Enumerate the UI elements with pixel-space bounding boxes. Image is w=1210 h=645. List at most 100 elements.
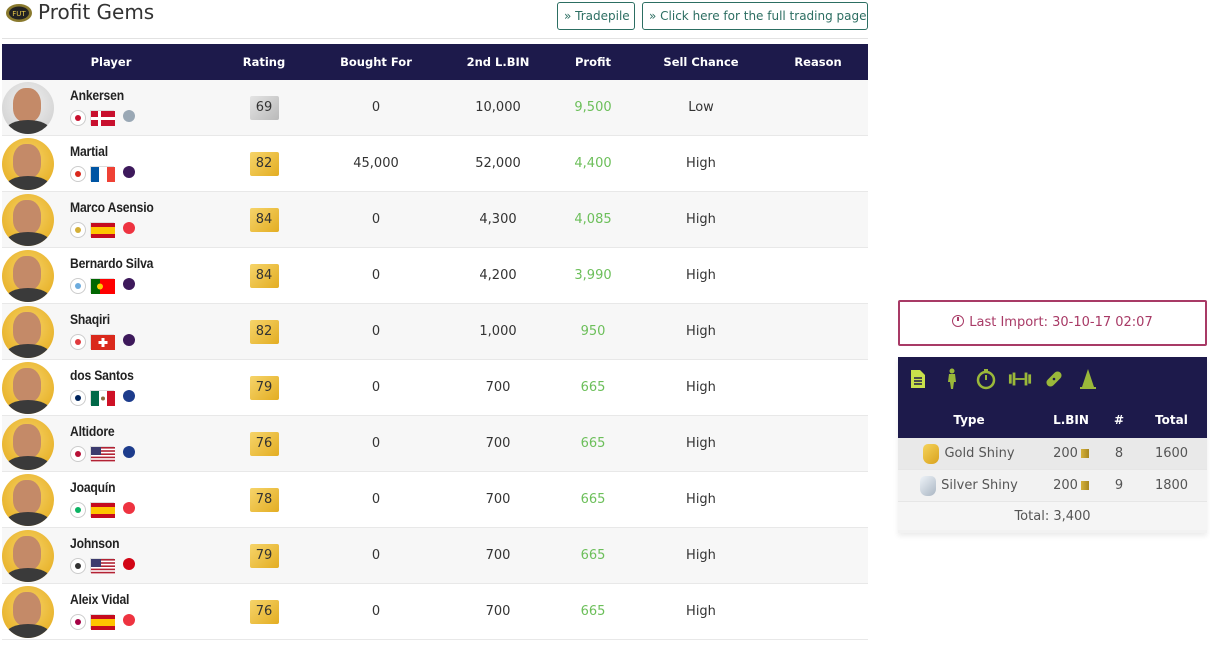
player-avatar[interactable] [2, 417, 54, 470]
card-type-icon [920, 475, 937, 496]
svg-text:FUT: FUT [12, 10, 26, 18]
league-logo-icon [118, 333, 140, 351]
column-header-bought-for[interactable]: Bought For [308, 55, 444, 69]
player-avatar[interactable] [2, 585, 54, 638]
rating-cell: 79 [220, 375, 308, 400]
bandage-icon[interactable] [1042, 366, 1066, 392]
player-avatar[interactable] [2, 249, 54, 302]
table-row[interactable]: Marco Asensio 84 0 4,300 4,085 High [2, 192, 868, 248]
player-badges [70, 613, 140, 631]
document-icon[interactable] [906, 366, 930, 392]
club-badge-icon [70, 613, 86, 630]
column-header-sell-chance[interactable]: Sell Chance [634, 55, 768, 69]
player-name[interactable]: Martial [70, 144, 108, 159]
player-cell: Johnson [2, 528, 220, 584]
player-name[interactable]: Altidore [70, 424, 115, 439]
second-lbin-cell: 700 [485, 380, 511, 395]
player-badges [70, 445, 140, 463]
full-trading-page-button[interactable]: » Click here for the full trading page [642, 2, 868, 30]
bought-for-cell: 45,000 [353, 156, 399, 171]
player-avatar[interactable] [2, 529, 54, 582]
player-badges [70, 333, 140, 351]
rating-badge: 84 [249, 263, 279, 288]
column-header-reason[interactable]: Reason [768, 55, 868, 69]
player-name[interactable]: Ankersen [70, 88, 124, 103]
player-name[interactable]: Shaqiri [70, 312, 110, 327]
second-lbin-cell: 52,000 [475, 156, 521, 171]
table-row[interactable]: Altidore 76 0 700 665 High [2, 416, 868, 472]
player-name[interactable]: Aleix Vidal [70, 592, 129, 607]
player-name[interactable]: Bernardo Silva [70, 256, 153, 271]
summary-type-cell: Silver Shiny [898, 475, 1040, 496]
dumbbell-icon[interactable] [1008, 366, 1032, 392]
league-logo-icon [118, 277, 140, 295]
column-header-profit[interactable]: Profit [552, 55, 634, 69]
table-row[interactable]: Johnson 79 0 700 665 High [2, 528, 868, 584]
rating-badge: 76 [249, 599, 279, 624]
tradepile-button[interactable]: » Tradepile [557, 2, 635, 30]
column-header-rating[interactable]: Rating [220, 55, 308, 69]
club-badge-icon [70, 221, 86, 238]
player-cell: dos Santos [2, 360, 220, 416]
player-badges [70, 165, 140, 183]
rating-badge: 76 [249, 431, 279, 456]
last-import-label: Last Import: 30-10-17 02:07 [969, 315, 1153, 330]
profit-cell: 4,085 [574, 212, 612, 227]
sell-chance-cell: High [686, 212, 716, 227]
player-name[interactable]: Johnson [70, 536, 120, 551]
table-row[interactable]: Bernardo Silva 84 0 4,200 3,990 High [2, 248, 868, 304]
club-badge-icon [70, 165, 86, 182]
club-badge-icon [70, 557, 86, 574]
player-badges [70, 109, 140, 127]
player-avatar[interactable] [2, 305, 54, 358]
player-avatar[interactable] [2, 193, 54, 246]
profit-cell: 9,500 [574, 100, 612, 115]
table-row[interactable]: Shaqiri 82 0 1,000 950 High [2, 304, 868, 360]
fut-logo-icon: FUT [6, 4, 32, 22]
stopwatch-icon[interactable] [974, 366, 998, 392]
table-row[interactable]: Joaquín 78 0 700 665 High [2, 472, 868, 528]
sell-chance-cell: High [686, 268, 716, 283]
rating-badge: 82 [249, 319, 279, 344]
bought-for-cell: 0 [371, 212, 381, 227]
cone-icon[interactable] [1076, 366, 1100, 392]
club-badge-icon [70, 445, 86, 462]
player-avatar[interactable] [2, 361, 54, 414]
player-name[interactable]: dos Santos [70, 368, 134, 383]
player-avatar[interactable] [2, 473, 54, 526]
table-row[interactable]: Martial 82 45,000 52,000 4,400 High [2, 136, 868, 192]
club-badge-icon [70, 277, 86, 294]
shiny-summary-panel: Type L.BIN # Total Gold Shiny 200 8 1600 Sil… [898, 357, 1207, 533]
column-header-player[interactable]: Player [2, 55, 220, 69]
player-name[interactable]: Joaquín [70, 480, 116, 495]
sell-chance-cell: High [686, 380, 716, 395]
nation-flag-icon [90, 166, 115, 182]
profit-cell: 4,400 [574, 156, 612, 171]
column-header-count: # [1113, 412, 1125, 427]
summary-header: Type L.BIN # Total [898, 401, 1207, 438]
player-avatar[interactable] [2, 137, 54, 190]
card-type-icon [923, 443, 940, 464]
column-header-second-lbin[interactable]: 2nd L.BIN [444, 55, 552, 69]
club-badge-icon [70, 109, 86, 126]
header-divider [2, 38, 868, 39]
table-row[interactable]: Ankersen 69 0 10,000 9,500 Low [2, 80, 868, 136]
profit-cell: 665 [580, 436, 606, 451]
league-logo-icon [118, 557, 140, 575]
rating-cell: 78 [220, 487, 308, 512]
summary-body: Gold Shiny 200 8 1600 Silver Shiny 200 9 1800 [898, 438, 1207, 502]
second-lbin-cell: 10,000 [475, 100, 521, 115]
player-cell: Aleix Vidal [2, 584, 220, 640]
player-icon[interactable] [940, 366, 964, 392]
summary-count-cell: 9 [1114, 478, 1124, 493]
table-row[interactable]: Aleix Vidal 76 0 700 665 High [2, 584, 868, 640]
player-name[interactable]: Marco Asensio [70, 200, 154, 215]
table-header: Player Rating Bought For 2nd L.BIN Profi… [2, 44, 868, 80]
player-badges [70, 389, 140, 407]
nation-flag-icon [90, 110, 115, 126]
summary-lbin-cell: 200 [1040, 446, 1102, 461]
table-row[interactable]: dos Santos 79 0 700 665 High [2, 360, 868, 416]
player-avatar[interactable] [2, 81, 54, 134]
league-logo-icon [118, 445, 140, 463]
player-badges [70, 557, 140, 575]
